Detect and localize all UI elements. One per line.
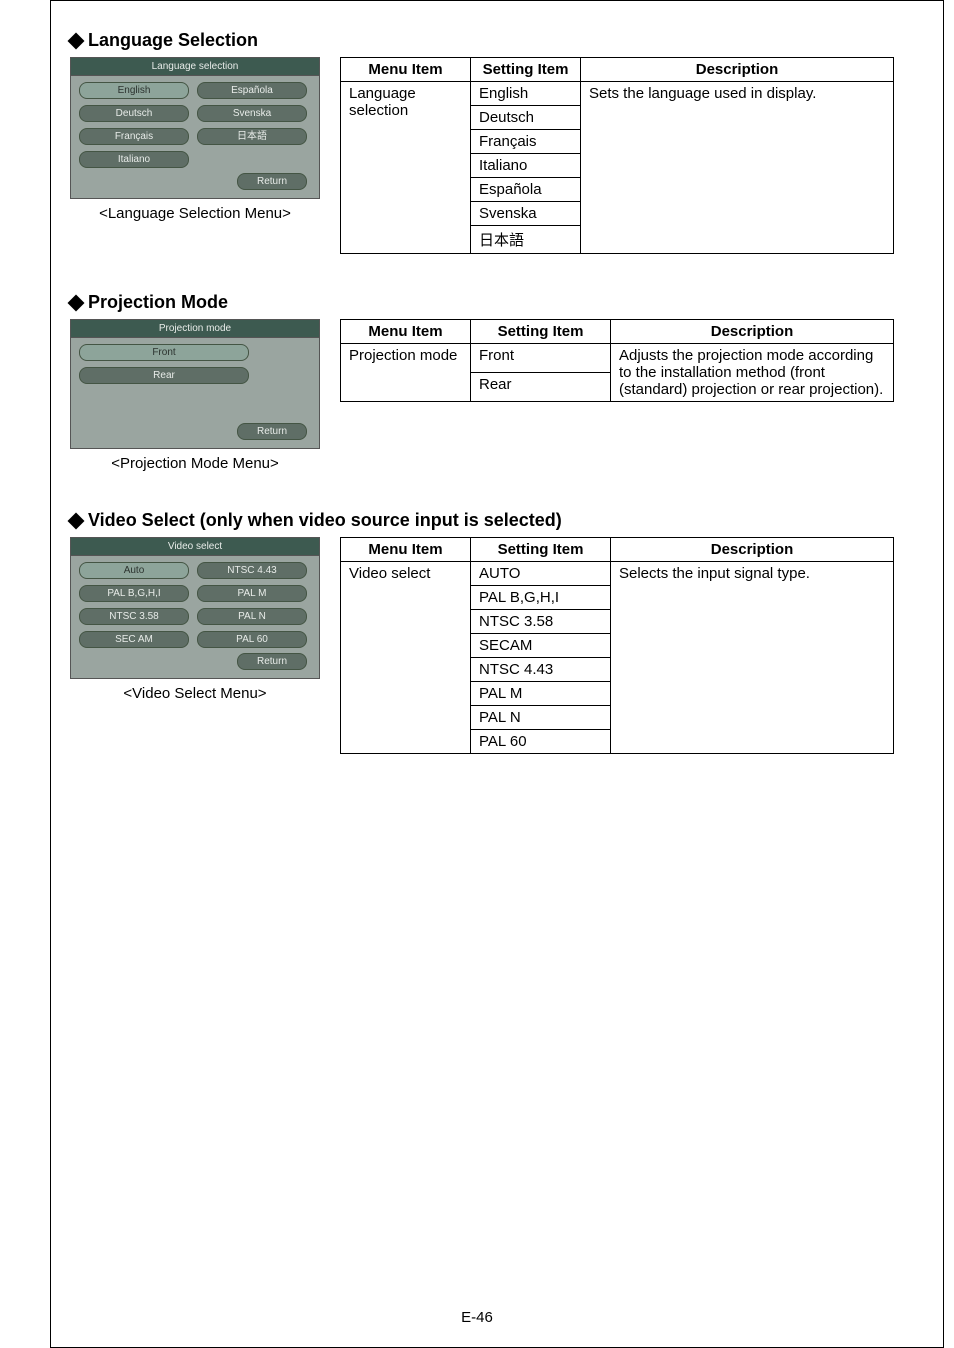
td-setting: Rear [471,373,611,402]
pill-front[interactable]: Front [79,344,249,361]
td-setting: AUTO [471,562,611,586]
video-table: Menu Item Setting Item Description Video… [340,537,894,754]
language-menu-panel: Language selection English Española Deut… [70,57,320,199]
td-description: Adjusts the projection mode according to… [611,344,894,402]
td-menu-item: Language selection [341,82,471,254]
td-setting: NTSC 3.58 [471,610,611,634]
td-setting: NTSC 4.43 [471,658,611,682]
td-setting: Svenska [471,202,581,226]
td-setting: PAL M [471,682,611,706]
pill-pal60[interactable]: PAL 60 [197,631,307,648]
td-description: Selects the input signal type. [611,562,894,754]
pill-paln[interactable]: PAL N [197,608,307,625]
projection-menu-panel: Projection mode Front Rear Return [70,319,320,449]
th-description: Description [611,320,894,344]
section-title-text: Projection Mode [88,292,228,313]
menu-header: Video select [71,538,319,556]
language-table: Menu Item Setting Item Description Langu… [340,57,894,254]
td-setting: PAL 60 [471,730,611,754]
th-menu-item: Menu Item [341,58,471,82]
pill-rear[interactable]: Rear [79,367,249,384]
pill-auto[interactable]: Auto [79,562,189,579]
section-title-text: Video Select (only when video source inp… [88,510,562,531]
section-title-video: Video Select (only when video source inp… [70,510,894,531]
pill-english[interactable]: English [79,82,189,99]
return-button[interactable]: Return [237,423,307,440]
return-button[interactable]: Return [237,173,307,190]
th-description: Description [611,538,894,562]
pill-espanola[interactable]: Española [197,82,307,99]
return-button[interactable]: Return [237,653,307,670]
td-setting: Italiano [471,154,581,178]
td-setting: Français [471,130,581,154]
menu-caption: <Language Selection Menu> [70,205,320,222]
th-menu-item: Menu Item [341,538,471,562]
pill-ntsc443[interactable]: NTSC 4.43 [197,562,307,579]
td-setting: Deutsch [471,106,581,130]
pill-italiano[interactable]: Italiano [79,151,189,168]
pill-secam[interactable]: SEC AM [79,631,189,648]
menu-caption: <Projection Mode Menu> [70,455,320,472]
pill-palm[interactable]: PAL M [197,585,307,602]
video-menu-panel: Video select Auto NTSC 4.43 PAL B,G,H,I … [70,537,320,679]
page-number: E-46 [0,1309,954,1326]
projection-table: Menu Item Setting Item Description Proje… [340,319,894,402]
th-description: Description [581,58,894,82]
td-setting: SECAM [471,634,611,658]
th-setting-item: Setting Item [471,58,581,82]
section-title-text: Language Selection [88,30,258,51]
th-menu-item: Menu Item [341,320,471,344]
diamond-icon [68,512,85,529]
pill-japanese[interactable]: 日本語 [197,128,307,145]
pill-deutsch[interactable]: Deutsch [79,105,189,122]
td-setting: English [471,82,581,106]
td-setting: Española [471,178,581,202]
pill-palbghi[interactable]: PAL B,G,H,I [79,585,189,602]
diamond-icon [68,294,85,311]
menu-header: Projection mode [71,320,319,338]
td-setting: PAL B,G,H,I [471,586,611,610]
section-title-projection: Projection Mode [70,292,894,313]
td-menu-item: Projection mode [341,344,471,402]
diamond-icon [68,32,85,49]
td-setting: 日本語 [471,226,581,254]
td-menu-item: Video select [341,562,471,754]
td-setting: Front [471,344,611,373]
menu-caption: <Video Select Menu> [70,685,320,702]
th-setting-item: Setting Item [471,538,611,562]
pill-francais[interactable]: Français [79,128,189,145]
section-title-language: Language Selection [70,30,894,51]
td-setting: PAL N [471,706,611,730]
section-video: Video Select (only when video source inp… [70,510,894,754]
section-language: Language Selection Language selection En… [70,30,894,254]
menu-header: Language selection [71,58,319,76]
section-projection: Projection Mode Projection mode Front Re… [70,292,894,472]
pill-ntsc358[interactable]: NTSC 3.58 [79,608,189,625]
th-setting-item: Setting Item [471,320,611,344]
pill-svenska[interactable]: Svenska [197,105,307,122]
td-description: Sets the language used in display. [581,82,894,254]
